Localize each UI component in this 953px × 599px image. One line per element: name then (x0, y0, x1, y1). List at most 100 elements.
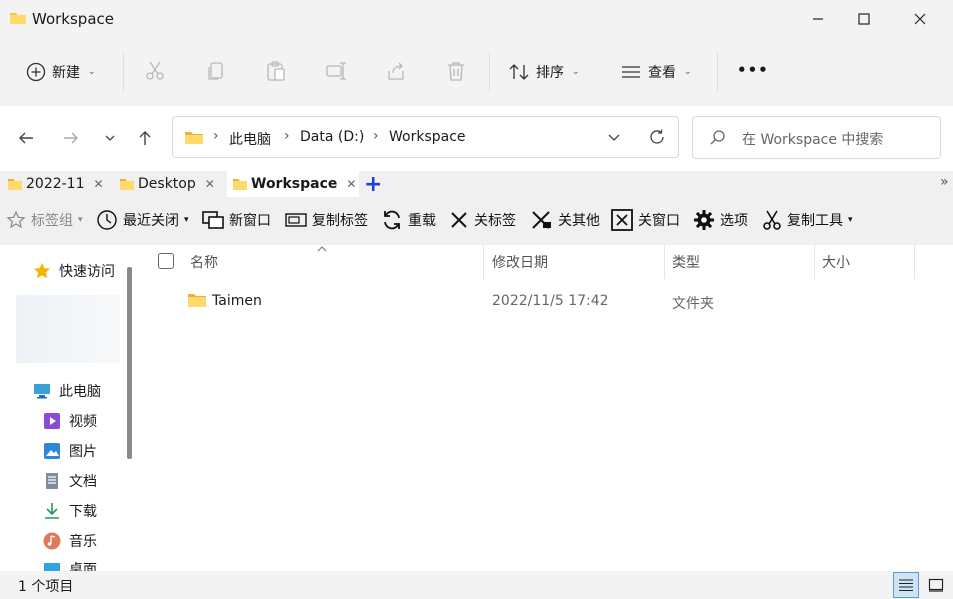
breadcrumb-separator: › (373, 128, 379, 144)
gear-icon (694, 210, 714, 230)
new-window-button[interactable]: 新窗口 (202, 207, 271, 233)
clipboard-icon (267, 61, 285, 81)
minimize-button[interactable] (795, 0, 841, 38)
computer-icon (34, 384, 50, 399)
column-header-size[interactable]: 大小 (822, 245, 850, 279)
clock-icon (97, 210, 117, 230)
new-tab-button[interactable]: + (364, 171, 382, 197)
folder-icon (188, 294, 206, 307)
breadcrumb-separator: › (213, 128, 219, 144)
command-bar: 新建 ⌄ 排序 ⌄ 查看 ⌄ ••• (0, 38, 953, 106)
close-tab-icon[interactable]: ✕ (205, 177, 215, 191)
tab-desktop[interactable]: Desktop ✕ (119, 171, 215, 197)
tab-workspace[interactable]: Workspace ✕ (227, 171, 359, 197)
folder-icon (10, 13, 26, 24)
sidebar-item-music[interactable]: 音乐 (43, 526, 97, 556)
breadcrumb-workspace[interactable]: Workspace (389, 129, 466, 145)
breadcrumb-this-pc[interactable]: 此电脑 (229, 129, 271, 149)
up-button[interactable] (131, 124, 159, 152)
folder-icon (233, 179, 247, 190)
address-bar[interactable]: › 此电脑 › Data (D:) › Workspace (172, 116, 679, 158)
sidebar-item-downloads[interactable]: 下载 (43, 496, 97, 526)
maximize-button[interactable] (841, 0, 887, 38)
column-header-name[interactable]: 名称 (190, 245, 218, 279)
view-list-icon (622, 66, 640, 78)
close-tab-label: 关标签 (474, 213, 516, 229)
close-tab-icon[interactable]: ✕ (346, 177, 356, 191)
sidebar-item-documents[interactable]: 文档 (43, 466, 97, 496)
column-divider[interactable] (914, 245, 915, 279)
sidebar-item-label: 此电脑 (59, 384, 101, 400)
close-icon (451, 212, 467, 228)
more-options-button[interactable]: ••• (737, 61, 769, 79)
chevron-down-icon: ⌄ (88, 67, 96, 77)
maximize-icon (858, 13, 870, 25)
sidebar-item-desktop[interactable]: 桌面 (43, 556, 97, 571)
column-divider[interactable] (664, 245, 665, 279)
tab-label: 2022-11 (26, 176, 85, 192)
share-button[interactable] (385, 60, 407, 86)
paste-button[interactable] (265, 60, 287, 86)
close-tab-icon[interactable]: ✕ (94, 177, 104, 191)
copy-tool-button[interactable]: 复制工具 ▾ (762, 207, 853, 233)
tab-label: Workspace (251, 176, 338, 192)
sidebar-item-videos[interactable]: 视频 (43, 406, 97, 436)
details-view-button[interactable] (893, 572, 919, 598)
recent-locations-button[interactable] (96, 124, 124, 152)
file-type: 文件夹 (672, 296, 714, 312)
select-all-checkbox[interactable] (158, 253, 174, 269)
tab-group-button[interactable]: 标签组 ▾ (6, 207, 83, 233)
sidebar-scrollbar[interactable] (127, 267, 132, 459)
tiles-view-button[interactable] (923, 572, 949, 598)
tab-2022-11[interactable]: 2022-11 ✕ (7, 171, 104, 197)
close-others-button[interactable]: 关其他 (531, 207, 600, 233)
column-header-type[interactable]: 类型 (672, 245, 700, 279)
sort-button[interactable]: 排序 ⌄ (508, 54, 580, 90)
tab-overflow-button[interactable]: » (940, 174, 949, 190)
sidebar-item-this-pc[interactable]: 此电脑 (33, 376, 101, 406)
sidebar-item-label: 文档 (69, 474, 97, 490)
copy-tab-button[interactable]: 复制标签 (285, 207, 368, 233)
options-button[interactable]: 选项 (693, 207, 748, 233)
cut-button[interactable] (144, 60, 166, 86)
chevron-down-icon[interactable] (607, 133, 621, 143)
sidebar-item-label: 快速访问 (59, 264, 115, 280)
copy-tab-label: 复制标签 (312, 213, 368, 229)
chevron-down-icon: ▾ (78, 215, 83, 225)
file-modified: 2022/11/5 17:42 (492, 293, 609, 309)
folder-icon (8, 179, 22, 190)
column-divider[interactable] (814, 245, 815, 279)
reload-button[interactable]: 重载 (381, 207, 436, 233)
scissors-icon (146, 61, 164, 80)
close-tab-button[interactable]: 关标签 (449, 207, 516, 233)
sidebar-item-pictures[interactable]: 图片 (43, 436, 97, 466)
back-button[interactable] (12, 124, 40, 152)
view-button[interactable]: 查看 ⌄ (620, 54, 692, 90)
rename-icon (326, 62, 346, 80)
view-label: 查看 (648, 65, 676, 81)
copy-button[interactable] (205, 60, 227, 86)
search-box[interactable]: 在 Workspace 中搜索 (692, 116, 941, 159)
reload-label: 重载 (408, 213, 436, 229)
document-icon (46, 473, 58, 489)
chevron-down-icon: ⌄ (684, 67, 692, 77)
search-placeholder: 在 Workspace 中搜索 (742, 132, 884, 148)
new-button[interactable]: 新建 ⌄ (26, 54, 96, 90)
desktop-icon (44, 563, 60, 571)
breadcrumb-separator: › (284, 128, 290, 144)
refresh-icon[interactable] (648, 128, 666, 146)
column-header-modified[interactable]: 修改日期 (492, 245, 548, 279)
close-icon (914, 13, 926, 25)
plus-circle-icon (26, 62, 46, 82)
close-window-button[interactable] (897, 0, 943, 38)
close-window-tool-button[interactable]: 关窗口 (611, 207, 680, 233)
rename-button[interactable] (325, 60, 347, 86)
column-divider[interactable] (483, 245, 484, 279)
delete-button[interactable] (445, 60, 467, 86)
sidebar-item-quick-access[interactable]: 快速访问 (33, 256, 115, 286)
forward-button[interactable] (57, 124, 85, 152)
breadcrumb-data-drive[interactable]: Data (D:) (300, 129, 364, 145)
table-row[interactable]: Taimen 2022/11/5 17:42 文件夹 (140, 285, 953, 317)
copy-icon (208, 62, 223, 80)
recent-closed-button[interactable]: 最近关闭 ▾ (96, 207, 189, 233)
